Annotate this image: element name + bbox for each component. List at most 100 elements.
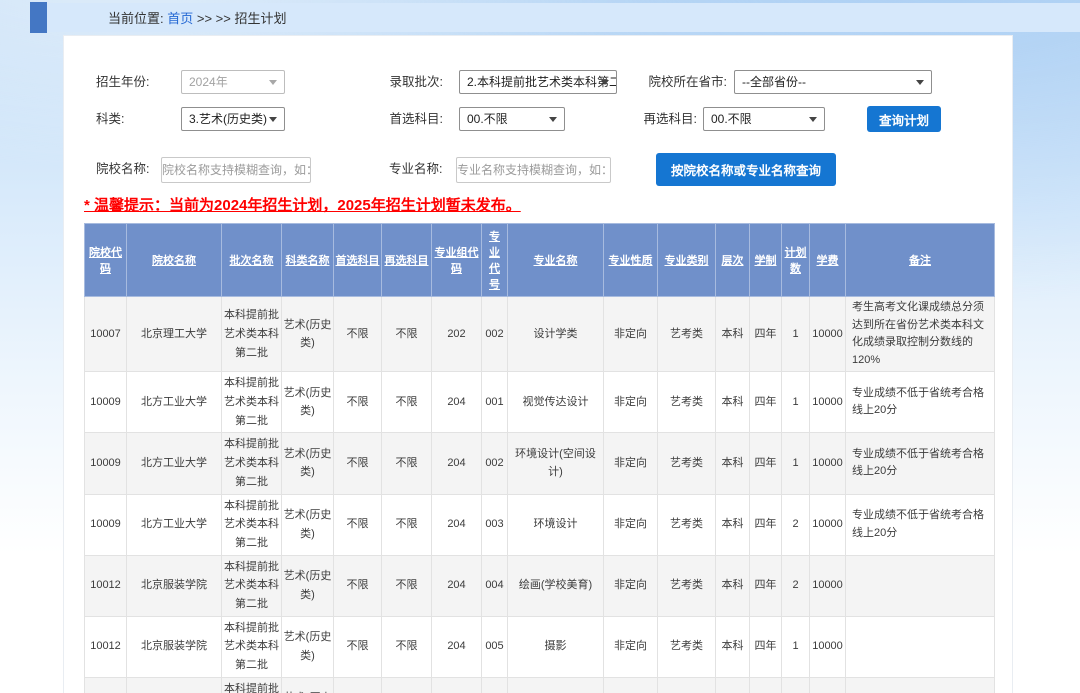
table-cell: 1: [782, 297, 810, 372]
column-header-4[interactable]: 科类名称: [282, 224, 334, 297]
column-header-8[interactable]: 专业代号: [482, 224, 508, 297]
table-cell: 10000: [810, 372, 846, 433]
table-cell: 北京理工大学: [127, 297, 222, 372]
province-select-value: --全部省份--: [742, 75, 806, 89]
table-cell: 非定向: [604, 297, 658, 372]
table-cell: 不限: [334, 494, 382, 555]
table-cell: 艺术(历史类): [282, 555, 334, 616]
chevron-down-icon: [601, 80, 609, 85]
year-select[interactable]: 2024年: [181, 70, 285, 94]
table-cell: 北方工业大学: [127, 494, 222, 555]
column-header-12[interactable]: 层次: [716, 224, 750, 297]
column-header-15[interactable]: 学费: [810, 224, 846, 297]
table-cell: 不限: [334, 677, 382, 693]
chevron-down-icon: [549, 117, 557, 122]
table-cell: 设计学类: [508, 297, 604, 372]
table-cell: 摄影: [508, 616, 604, 677]
table-cell: 绘画(学校美育): [508, 555, 604, 616]
table-cell: [846, 555, 995, 616]
breadcrumb-prefix: 当前位置:: [108, 11, 167, 26]
table-cell: 10000: [810, 555, 846, 616]
table-cell: 不限: [382, 297, 432, 372]
batch-label: 录取批次:: [343, 70, 443, 94]
table-cell: [846, 677, 995, 693]
table-cell: 四年: [750, 616, 782, 677]
table-cell: 本科提前批艺术类本科第二批: [222, 433, 282, 494]
table-cell: 不限: [382, 494, 432, 555]
table-cell: 10012: [85, 555, 127, 616]
province-label: 院校所在省市:: [642, 70, 727, 94]
major-name-input[interactable]: [456, 157, 611, 183]
major-name-label: 专业名称:: [389, 157, 442, 181]
table-cell: 非定向: [604, 677, 658, 693]
column-header-13[interactable]: 学制: [750, 224, 782, 297]
table-header-row: 院校代码院校名称批次名称科类名称首选科目再选科目专业组代码专业代号专业名称专业性…: [85, 224, 995, 297]
table-cell: 002: [482, 297, 508, 372]
column-header-3[interactable]: 批次名称: [222, 224, 282, 297]
column-header-16[interactable]: 备注: [846, 224, 995, 297]
table-cell: 3: [782, 677, 810, 693]
breadcrumb-home-link[interactable]: 首页: [167, 11, 193, 26]
table-cell: 1: [782, 616, 810, 677]
breadcrumb-separator: >> >>: [193, 11, 234, 26]
table-cell: 10000: [810, 494, 846, 555]
table-cell: 10000: [810, 677, 846, 693]
table-cell: 艺术(历史类): [282, 433, 334, 494]
school-name-label: 院校名称:: [96, 157, 149, 181]
table-cell: 202: [432, 297, 482, 372]
province-select[interactable]: --全部省份--: [734, 70, 932, 94]
table-cell: 10000: [810, 616, 846, 677]
table-cell: 不限: [334, 555, 382, 616]
table-cell: 不限: [382, 616, 432, 677]
school-name-input[interactable]: [161, 157, 311, 183]
table-cell: 005: [482, 616, 508, 677]
table-cell: 002: [482, 433, 508, 494]
column-header-14[interactable]: 计划数: [782, 224, 810, 297]
table-cell: 2: [782, 494, 810, 555]
table-cell: 006: [482, 677, 508, 693]
second-subject-select[interactable]: 00.不限: [703, 107, 825, 131]
column-header-10[interactable]: 专业性质: [604, 224, 658, 297]
table-cell: 不限: [334, 433, 382, 494]
table-cell: 北京服装学院: [127, 616, 222, 677]
table-cell: 10000: [810, 433, 846, 494]
year-label: 招生年份:: [96, 70, 149, 94]
table-row: 10007北京理工大学本科提前批艺术类本科第二批艺术(历史类)不限不限20200…: [85, 297, 995, 372]
table-cell: 本科提前批艺术类本科第二批: [222, 372, 282, 433]
column-header-5[interactable]: 首选科目: [334, 224, 382, 297]
column-header-2[interactable]: 院校名称: [127, 224, 222, 297]
table-cell: 四年: [750, 372, 782, 433]
batch-select[interactable]: 2.本科提前批艺术类本科第二批: [459, 70, 617, 94]
table-cell: 考生高考文化课成绩总分须达到所在省份艺术类本科文化成绩录取控制分数线的120%: [846, 297, 995, 372]
table-cell: 204: [432, 372, 482, 433]
table-cell: 艺考类: [658, 372, 716, 433]
table-cell: 本科: [716, 494, 750, 555]
table-cell: 004: [482, 555, 508, 616]
table-cell: 四年: [750, 297, 782, 372]
column-header-11[interactable]: 专业类别: [658, 224, 716, 297]
table-cell: 艺考类: [658, 555, 716, 616]
second-subject-label: 再选科目:: [627, 107, 697, 131]
table-cell: 北方工业大学: [127, 433, 222, 494]
table-cell: 艺术(历史类): [282, 494, 334, 555]
first-subject-select[interactable]: 00.不限: [459, 107, 565, 131]
table-cell: 艺考类: [658, 494, 716, 555]
table-cell: 本科: [716, 555, 750, 616]
column-header-7[interactable]: 专业组代码: [432, 224, 482, 297]
table-cell: 204: [432, 555, 482, 616]
table-cell: 10012: [85, 677, 127, 693]
column-header-6[interactable]: 再选科目: [382, 224, 432, 297]
table-cell: 专业成绩不低于省统考合格线上20分: [846, 433, 995, 494]
breadcrumb-current: 招生计划: [234, 11, 286, 26]
column-header-1[interactable]: 院校代码: [85, 224, 127, 297]
main-panel: 招生年份: 2024年 录取批次: 2.本科提前批艺术类本科第二批 院校所在省市…: [63, 35, 1013, 693]
table-cell: 204: [432, 616, 482, 677]
table-cell: 本科: [716, 372, 750, 433]
table-cell: 不限: [382, 555, 432, 616]
table-cell: 艺考类: [658, 677, 716, 693]
category-select[interactable]: 3.艺术(历史类): [181, 107, 285, 131]
column-header-9[interactable]: 专业名称: [508, 224, 604, 297]
name-query-button[interactable]: 按院校名称或专业名称查询: [656, 153, 836, 186]
chevron-down-icon: [269, 117, 277, 122]
query-plan-button[interactable]: 查询计划: [867, 106, 941, 132]
